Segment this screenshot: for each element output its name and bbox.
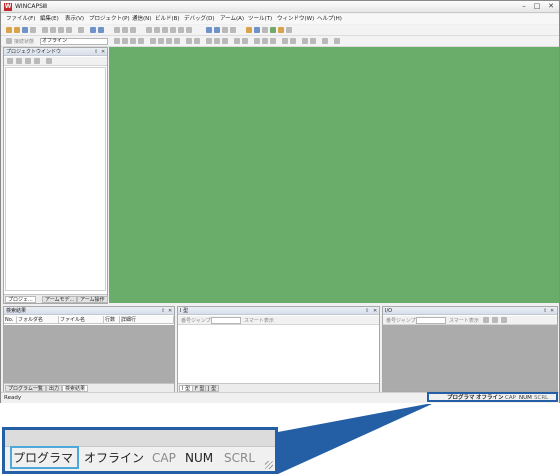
zoom-status-program: プログラマ: [13, 451, 74, 465]
zoomed-status-bar: プログラマ オフライン CAP NUM SCRL: [2, 427, 278, 474]
zoom-status-scrl: SCRL: [224, 451, 256, 465]
callout-wedge: [278, 404, 432, 474]
zoom-status-cap: CAP: [152, 451, 176, 465]
resize-grip-icon[interactable]: [265, 461, 273, 469]
zoom-status-offline: オフライン: [84, 451, 145, 465]
zoom-status-num: NUM: [185, 451, 214, 465]
callout-connector: [278, 404, 432, 474]
zoom-top-strip: [5, 430, 275, 447]
